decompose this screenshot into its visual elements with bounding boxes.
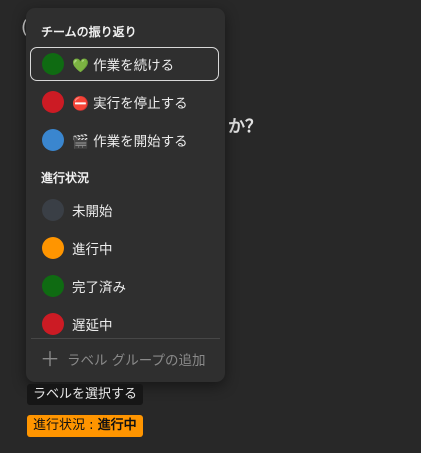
color-swatch	[42, 53, 64, 75]
section-header-progress: 進行状況	[41, 171, 90, 185]
label-option-stop[interactable]: ⛔ 実行を停止する	[30, 85, 219, 119]
color-swatch	[42, 275, 64, 297]
label-picker-dropdown: チームの振り返り 💚 作業を続ける ⛔ 実行を停止する 🎬 作業を開始する 進行…	[26, 8, 225, 382]
label-option-text: 💚 作業を続ける	[72, 58, 175, 74]
label-option-continue[interactable]: 💚 作業を続ける	[30, 47, 219, 81]
page: ( か？ チームの振り返り 💚 作業を続ける ⛔ 実行を停止する 🎬 作業を開始…	[0, 0, 421, 453]
label-option-delayed[interactable]: 遅延中	[30, 307, 219, 341]
label-option-not-started[interactable]: 未開始	[30, 193, 219, 227]
color-swatch	[42, 129, 64, 151]
color-swatch	[42, 91, 64, 113]
label-option-text: ⛔ 実行を停止する	[72, 96, 188, 112]
menu-divider	[31, 338, 220, 339]
status-value-text: 進行中	[97, 418, 137, 433]
color-swatch	[42, 237, 64, 259]
label-option-text: 未開始	[72, 204, 113, 220]
add-label-group-button[interactable]: ＋ ラベル グループの追加	[40, 344, 205, 374]
label-option-in-progress[interactable]: 進行中	[30, 231, 219, 265]
plus-icon: ＋	[40, 347, 60, 371]
label-option-text: 🎬 作業を開始する	[72, 134, 188, 150]
label-option-done[interactable]: 完了済み	[30, 269, 219, 303]
select-label-text: ラベルを選択する	[33, 387, 138, 402]
status-prefix-text: 進行状況 :	[33, 418, 98, 433]
section-header-team-retro: チームの振り返り	[41, 25, 137, 39]
select-label-chip[interactable]: ラベルを選択する	[27, 384, 144, 405]
color-swatch	[42, 199, 64, 221]
label-option-start[interactable]: 🎬 作業を開始する	[30, 123, 219, 157]
color-swatch	[42, 313, 64, 335]
label-option-text: 完了済み	[72, 280, 126, 296]
status-label-chip[interactable]: 進行状況 : 進行中	[27, 415, 143, 437]
background-text-question: か？	[228, 117, 262, 137]
add-label-group-text: ラベル グループの追加	[67, 353, 206, 369]
label-option-text: 遅延中	[72, 318, 113, 334]
label-option-text: 進行中	[72, 242, 113, 258]
